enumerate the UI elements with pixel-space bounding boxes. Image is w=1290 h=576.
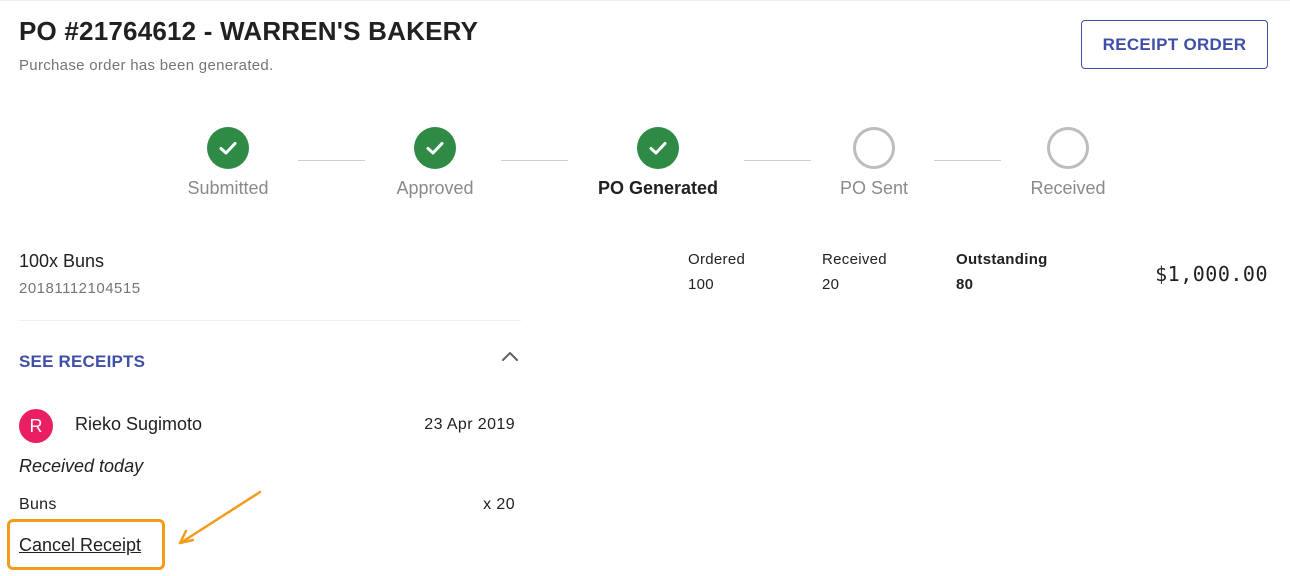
step-received: Received — [968, 127, 1168, 199]
step-po-generated: PO Generated — [558, 127, 758, 199]
item-price: $1,000.00 — [1155, 262, 1268, 286]
check-circle-icon — [207, 127, 249, 169]
empty-circle-icon — [1047, 127, 1089, 169]
check-circle-icon — [414, 127, 456, 169]
step-submitted: Submitted — [128, 127, 328, 199]
step-po-sent: PO Sent — [774, 127, 974, 199]
received-value: 20 — [822, 276, 840, 293]
top-border — [0, 0, 1290, 1]
received-label: Received — [822, 251, 887, 268]
chevron-up-icon[interactable] — [501, 350, 519, 362]
ordered-label: Ordered — [688, 251, 746, 268]
receipt-date: 23 Apr 2019 — [424, 416, 515, 433]
check-circle-icon — [637, 127, 679, 169]
see-receipts-toggle[interactable]: SEE RECEIPTS — [19, 352, 145, 372]
receipt-line-qty: x 20 — [483, 496, 515, 513]
step-label: PO Sent — [839, 178, 909, 198]
item-name: 100x Buns — [19, 251, 105, 271]
item-code: 20181112104515 — [19, 280, 141, 297]
avatar: R — [19, 409, 53, 443]
receipt-note: Received today — [19, 456, 144, 476]
receiver-name: Rieko Sugimoto — [75, 414, 203, 434]
ordered-value: 100 — [688, 276, 714, 293]
outstanding-label: Outstanding — [956, 251, 1048, 268]
page-title: PO #21764612 - WARREN'S BAKERY — [19, 16, 479, 46]
receipt-line-item: Buns — [19, 496, 57, 513]
cancel-receipt-link[interactable]: Cancel Receipt — [19, 535, 141, 556]
step-label: Approved — [396, 178, 474, 198]
step-label: Received — [1030, 178, 1106, 198]
empty-circle-icon — [853, 127, 895, 169]
step-label: Submitted — [187, 178, 269, 198]
outstanding-value: 80 — [956, 276, 974, 293]
step-label: PO Generated — [597, 178, 719, 198]
page-subtitle: Purchase order has been generated. — [19, 57, 274, 74]
purchase-order-page: PO #21764612 - WARREN'S BAKERY Purchase … — [0, 0, 1290, 576]
step-approved: Approved — [335, 127, 535, 199]
divider — [19, 320, 521, 321]
receipt-order-button[interactable]: RECEIPT ORDER — [1081, 20, 1268, 69]
annotation-arrow-icon — [178, 490, 262, 545]
